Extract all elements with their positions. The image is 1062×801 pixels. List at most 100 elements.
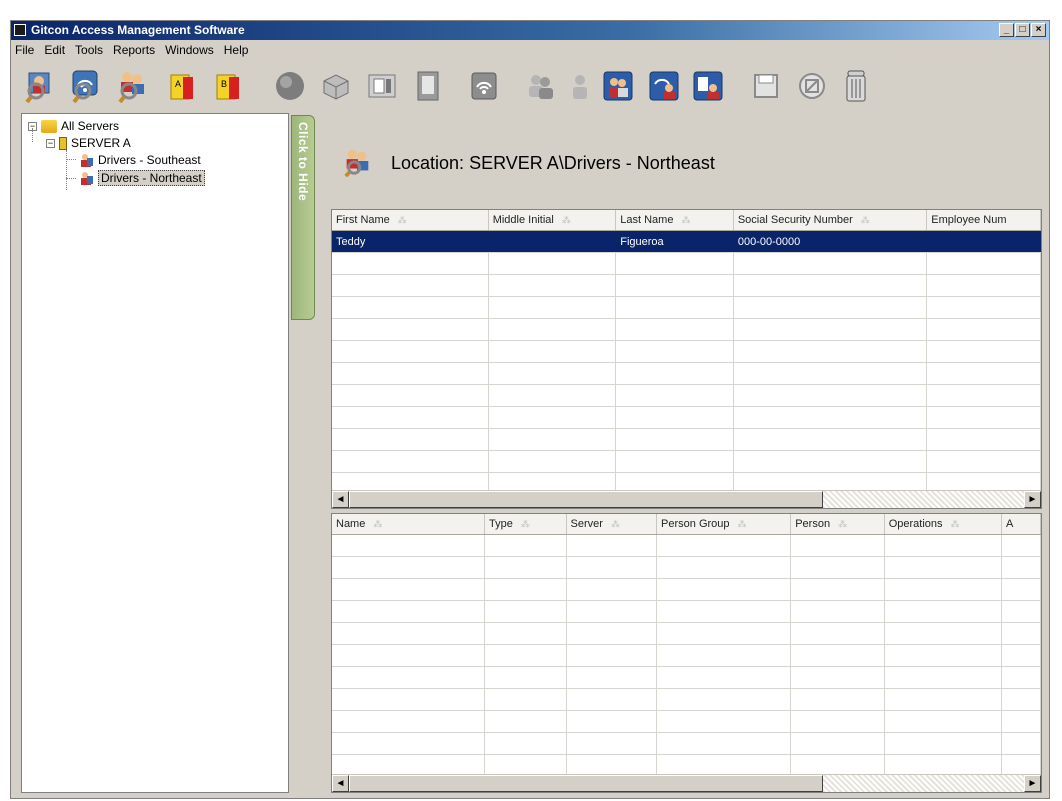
scroll-left-button[interactable]: ◄ <box>332 775 349 792</box>
click-to-hide-tab[interactable]: Click to Hide <box>291 115 315 320</box>
person-search-icon[interactable] <box>23 67 57 105</box>
cell-first-name: Teddy <box>332 230 489 253</box>
person-card-icon[interactable] <box>691 67 725 105</box>
column-header-server[interactable]: Server ⁂ <box>566 514 658 535</box>
wifi-person-search-icon[interactable] <box>69 67 103 105</box>
svg-text:B: B <box>221 79 227 89</box>
yellow-report-icon[interactable]: A <box>165 67 199 105</box>
network-device-icon[interactable] <box>319 67 353 105</box>
empty-row <box>332 732 1041 755</box>
empty-row <box>332 362 1041 385</box>
table-row[interactable]: Teddy Figueroa 000-00-0000 <box>332 230 1041 253</box>
title-bar[interactable]: Gitcon Access Management Software _ □ × <box>11 21 1049 40</box>
column-header-person-group[interactable]: Person Group ⁂ <box>656 514 792 535</box>
tree-node-all-servers[interactable]: − All Servers <box>28 118 119 134</box>
scroll-thumb[interactable] <box>349 775 823 792</box>
close-button[interactable]: × <box>1031 23 1046 37</box>
cell-ssn: 000-00-0000 <box>733 230 928 253</box>
empty-row <box>332 556 1041 579</box>
scroll-right-button[interactable]: ► <box>1024 775 1041 792</box>
cell-employee-num <box>926 230 1041 253</box>
empty-row <box>332 534 1041 557</box>
empty-row <box>332 688 1041 711</box>
svg-text:A: A <box>175 79 181 89</box>
column-header-employee-num[interactable]: Employee Num <box>926 210 1041 231</box>
column-header-first-name[interactable]: First Name ⁂ <box>332 210 489 231</box>
scroll-track[interactable] <box>823 775 1024 792</box>
horizontal-scrollbar[interactable]: ◄ ► <box>332 774 1041 792</box>
group-search-icon[interactable] <box>115 67 149 105</box>
column-header-last-name[interactable]: Last Name ⁂ <box>615 210 734 231</box>
column-header-person[interactable]: Person ⁂ <box>790 514 885 535</box>
scroll-left-button[interactable]: ◄ <box>332 491 349 508</box>
tree-node-drivers-southeast[interactable]: Drivers - Southeast <box>78 152 201 168</box>
card-reader-icon[interactable] <box>365 67 399 105</box>
trash-icon[interactable] <box>839 67 873 105</box>
column-header-middle-initial[interactable]: Middle Initial ⁂ <box>488 210 617 231</box>
minimize-button[interactable]: _ <box>999 23 1014 37</box>
yellow-red-report-icon[interactable]: B <box>211 67 245 105</box>
empty-row <box>332 450 1041 473</box>
column-header-operations[interactable]: Operations ⁂ <box>884 514 1002 535</box>
tree-node-server-a[interactable]: − SERVER A <box>46 135 131 151</box>
empty-row <box>332 340 1041 363</box>
cancel-icon[interactable] <box>795 67 829 105</box>
menu-reports[interactable]: Reports <box>113 41 155 59</box>
empty-row <box>332 622 1041 645</box>
column-header-ssn[interactable]: Social Security Number ⁂ <box>733 210 928 231</box>
tree-root-label: All Servers <box>61 119 120 133</box>
tree-location-label: Drivers - Southeast <box>98 153 201 167</box>
cell-middle-initial <box>488 230 617 253</box>
empty-row <box>332 252 1041 275</box>
tree-location-label: Drivers - Northeast <box>98 170 205 186</box>
person-wifi-icon[interactable] <box>647 67 681 105</box>
cell-last-name: Figueroa <box>615 230 734 253</box>
empty-row <box>332 578 1041 601</box>
tree-node-drivers-northeast[interactable]: Drivers - Northeast <box>78 170 205 186</box>
person-group-blue-icon[interactable] <box>601 67 635 105</box>
menu-windows[interactable]: Windows <box>165 41 214 59</box>
person-icon[interactable] <box>563 67 597 105</box>
server-icon <box>59 136 67 150</box>
menu-file[interactable]: File <box>15 41 34 59</box>
globe-icon[interactable] <box>273 67 307 105</box>
column-header-type[interactable]: Type ⁂ <box>484 514 567 535</box>
empty-row <box>332 600 1041 623</box>
permissions-grid: Name ⁂ Type ⁂ Server ⁂ Person Group ⁂ Person… <box>331 513 1042 793</box>
server-tree-panel: − All Servers − SERVER A Drivers - South… <box>21 113 289 793</box>
location-icon <box>78 170 94 186</box>
wireless-reader-icon[interactable] <box>467 67 501 105</box>
empty-row <box>332 318 1041 341</box>
hide-tab-label: Click to Hide <box>296 122 310 202</box>
window-title: Gitcon Access Management Software <box>31 23 245 37</box>
column-header-name[interactable]: Name ⁂ <box>332 514 485 535</box>
empty-row <box>332 296 1041 319</box>
collapse-toggle[interactable]: − <box>46 138 55 148</box>
group-icon[interactable] <box>523 67 557 105</box>
panel-icon[interactable] <box>411 67 445 105</box>
scroll-thumb[interactable] <box>349 491 823 508</box>
empty-row <box>332 274 1041 297</box>
empty-row <box>332 384 1041 407</box>
scroll-right-button[interactable]: ► <box>1024 491 1041 508</box>
empty-row <box>332 666 1041 689</box>
scroll-track[interactable] <box>823 491 1024 508</box>
location-label: Location: <box>391 152 465 173</box>
menu-bar: File Edit Tools Reports Windows Help <box>11 41 1049 59</box>
location-group-icon <box>341 145 373 182</box>
persons-grid: First Name ⁂ Middle Initial ⁂ Last Name ⁂ S… <box>331 209 1042 509</box>
folder-icon <box>41 119 57 133</box>
toolbar: A B <box>11 61 1049 111</box>
horizontal-scrollbar[interactable]: ◄ ► <box>332 490 1041 508</box>
column-header-a[interactable]: A <box>1001 514 1041 535</box>
menu-tools[interactable]: Tools <box>75 41 103 59</box>
tree-server-label: SERVER A <box>71 136 131 150</box>
maximize-button[interactable]: □ <box>1015 23 1030 37</box>
menu-help[interactable]: Help <box>224 41 249 59</box>
location-icon <box>78 152 94 168</box>
save-icon[interactable] <box>749 67 783 105</box>
empty-row <box>332 428 1041 451</box>
app-icon <box>14 24 26 36</box>
empty-row <box>332 406 1041 429</box>
menu-edit[interactable]: Edit <box>44 41 65 59</box>
